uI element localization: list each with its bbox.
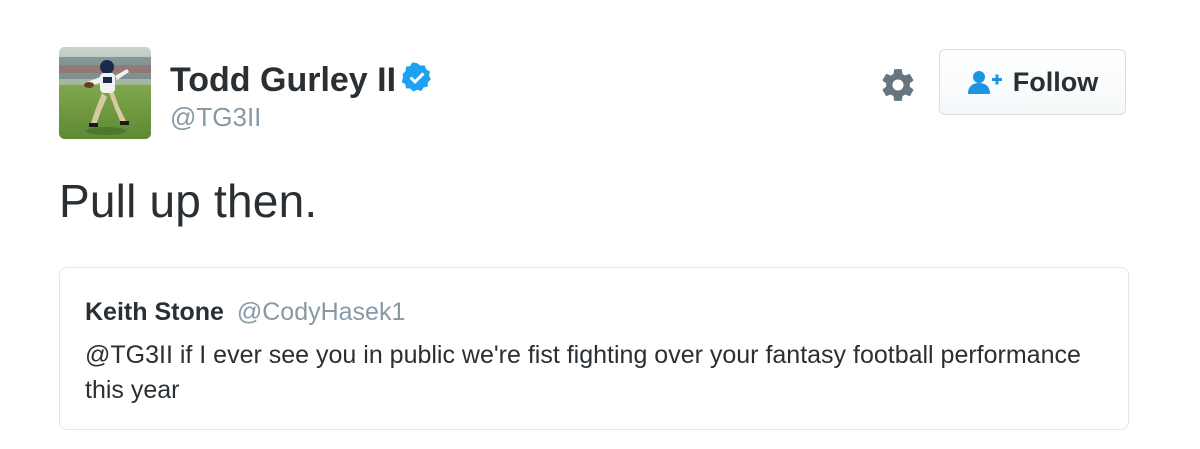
tweet-card: Todd Gurley II @TG3II Follow Pull up the…: [0, 0, 1200, 449]
quoted-tweet-header: Keith Stone @CodyHasek1: [85, 296, 405, 328]
author-name-text: Todd Gurley II: [170, 61, 397, 99]
tweet-text: Pull up then.: [59, 175, 318, 227]
author-display-name[interactable]: Todd Gurley II: [170, 58, 434, 102]
add-user-icon: [967, 71, 1002, 94]
author-handle[interactable]: @TG3II: [170, 100, 261, 134]
verified-badge-icon: [401, 62, 431, 92]
follow-button-label: Follow: [1012, 66, 1099, 97]
avatar[interactable]: [59, 47, 151, 139]
gear-icon[interactable]: [879, 66, 917, 104]
quoted-tweet-card[interactable]: Keith Stone @CodyHasek1 @TG3II if I ever…: [59, 267, 1129, 430]
quoted-author-name[interactable]: Keith Stone: [85, 298, 224, 326]
quoted-author-handle[interactable]: @CodyHasek1: [237, 298, 406, 326]
quoted-tweet-text: @TG3II if I ever see you in public we're…: [85, 341, 1081, 404]
settings-gear-graphic: [882, 69, 914, 101]
avatar-photo: [59, 47, 151, 139]
follow-button[interactable]: Follow: [939, 49, 1126, 115]
